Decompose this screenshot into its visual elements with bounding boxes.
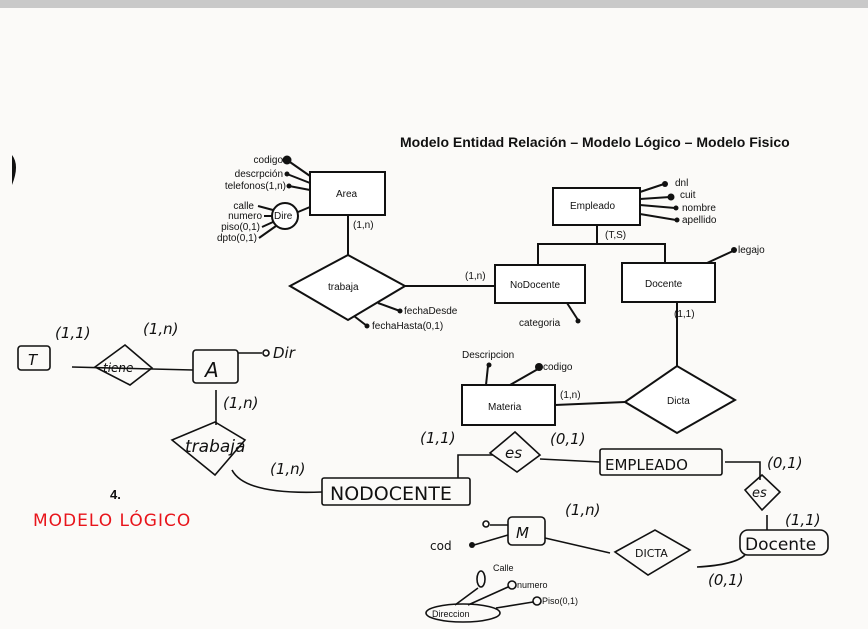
svg-text:telefonos(1,n): telefonos(1,n) bbox=[225, 181, 286, 192]
section-label: MODELO LÓGICO bbox=[33, 509, 191, 531]
relationship-dicta: Dicta bbox=[623, 364, 737, 435]
svg-text:legajo: legajo bbox=[738, 245, 765, 256]
svg-text:NODOCENTE: NODOCENTE bbox=[330, 483, 452, 505]
edge-mark bbox=[12, 155, 16, 185]
svg-text:(0,1): (0,1) bbox=[767, 454, 803, 472]
svg-text:(1,n): (1,n) bbox=[353, 220, 374, 231]
svg-text:cod: cod bbox=[430, 539, 452, 553]
svg-text:Calle: Calle bbox=[493, 563, 514, 573]
svg-text:(1,n): (1,n) bbox=[143, 320, 179, 338]
svg-text:es: es bbox=[505, 444, 522, 462]
svg-text:Docente: Docente bbox=[645, 279, 683, 290]
svg-text:trabaja: trabaja bbox=[185, 437, 245, 457]
svg-text:Dir: Dir bbox=[273, 344, 296, 362]
entity-docente: Docente legajo (1,1) bbox=[621, 245, 765, 366]
svg-text:M: M bbox=[516, 524, 529, 542]
svg-text:apellido: apellido bbox=[682, 215, 717, 226]
svg-text:Descripcion: Descripcion bbox=[462, 350, 514, 361]
svg-text:Materia: Materia bbox=[488, 402, 522, 413]
relationship-trabaja: trabaja fechaDesde fechaHasta(0,1) (1,n) bbox=[287, 253, 495, 332]
svg-text:codigo: codigo bbox=[254, 155, 284, 166]
svg-text:(1,n): (1,n) bbox=[465, 271, 486, 282]
svg-text:(1,n): (1,n) bbox=[223, 394, 259, 412]
svg-text:nombre: nombre bbox=[682, 203, 716, 214]
svg-text:(1,1): (1,1) bbox=[674, 309, 695, 320]
entity-materia: Materia Descripcion codigo (1,n) bbox=[461, 350, 626, 426]
svg-text:Area: Area bbox=[336, 189, 358, 200]
svg-text:NoDocente: NoDocente bbox=[510, 280, 560, 291]
svg-text:(1,1): (1,1) bbox=[55, 324, 91, 342]
top-bar bbox=[0, 0, 868, 8]
svg-text:cuit: cuit bbox=[680, 190, 696, 201]
svg-text:Empleado: Empleado bbox=[570, 201, 615, 212]
svg-text:Direccion: Direccion bbox=[432, 609, 470, 619]
er-diagram: Modelo Entidad Relación – Modelo Lógico … bbox=[12, 134, 829, 623]
svg-text:(1,n): (1,n) bbox=[565, 501, 601, 519]
svg-text:dpto(0,1): dpto(0,1) bbox=[217, 233, 257, 244]
svg-text:Dicta: Dicta bbox=[667, 396, 690, 407]
svg-text:(0,1): (0,1) bbox=[708, 571, 744, 589]
entity-area: Area codigo descrpción telefonos(1,n) Di… bbox=[217, 155, 386, 255]
svg-text:Piso(0,1): Piso(0,1) bbox=[542, 596, 578, 606]
svg-text:T: T bbox=[28, 351, 39, 369]
svg-text:(1,n): (1,n) bbox=[560, 390, 581, 401]
document-photo: Modelo Entidad Relación – Modelo Lógico … bbox=[0, 0, 868, 624]
svg-text:codigo: codigo bbox=[543, 362, 573, 373]
page-title: Modelo Entidad Relación – Modelo Lógico … bbox=[400, 134, 790, 150]
handwritten-model: T (1,1) (1,n) tiene A Dir (1,n) trabaja … bbox=[17, 320, 829, 623]
entity-nodocente: NoDocente categoria bbox=[494, 264, 586, 329]
svg-text:fechaDesde: fechaDesde bbox=[404, 306, 458, 317]
svg-text:categoria: categoria bbox=[519, 318, 561, 329]
svg-text:(1,n): (1,n) bbox=[270, 460, 306, 478]
svg-text:EMPLEADO: EMPLEADO bbox=[605, 456, 688, 474]
svg-text:Dire: Dire bbox=[274, 211, 293, 222]
svg-text:(T,S): (T,S) bbox=[605, 230, 626, 241]
svg-text:fechaHasta(0,1): fechaHasta(0,1) bbox=[372, 321, 443, 332]
svg-text:(0,1): (0,1) bbox=[550, 430, 586, 448]
svg-text:(1,1): (1,1) bbox=[420, 429, 456, 447]
svg-text:(1,1): (1,1) bbox=[785, 511, 821, 529]
svg-text:es: es bbox=[752, 486, 767, 501]
svg-text:trabaja: trabaja bbox=[328, 282, 359, 293]
svg-text:A: A bbox=[203, 358, 219, 382]
svg-text:tiene: tiene bbox=[103, 361, 133, 375]
entity-empleado: Empleado dnl cuit nombre apellido (T,S) bbox=[537, 178, 717, 265]
svg-text:descrpción: descrpción bbox=[235, 169, 283, 180]
section-number: 4. bbox=[110, 487, 121, 502]
svg-text:dnl: dnl bbox=[675, 178, 688, 189]
svg-text:piso(0,1): piso(0,1) bbox=[221, 222, 260, 233]
svg-text:numero: numero bbox=[228, 211, 262, 222]
svg-text:Docente: Docente bbox=[745, 535, 816, 555]
svg-text:numero: numero bbox=[517, 580, 548, 590]
svg-text:DICTA: DICTA bbox=[635, 547, 668, 560]
